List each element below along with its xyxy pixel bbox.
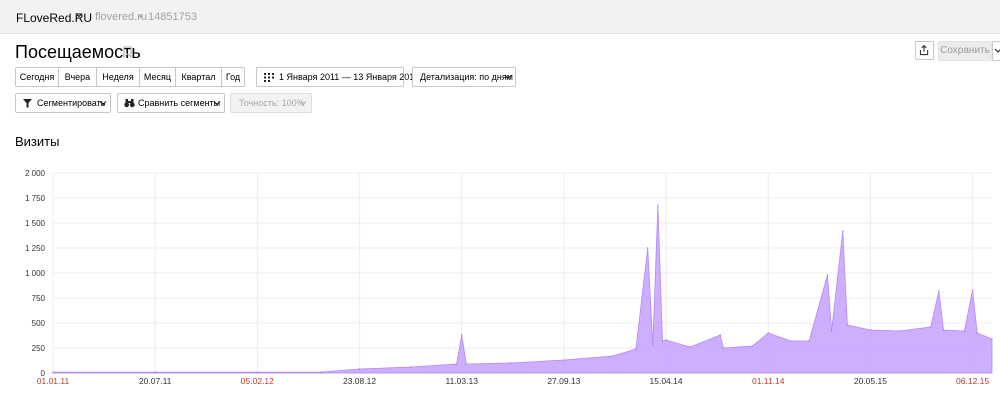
calendar-icon [264,73,274,82]
chevron-down-icon [99,101,107,106]
chevron-down-icon [994,48,1000,53]
compare-segments-button[interactable]: Сравнить сегменты [117,93,225,113]
x-tick-label: 20.05.15 [854,376,887,386]
data-point [358,368,361,370]
chevron-down-icon [299,101,307,106]
data-point [612,355,614,357]
page-title: Посещаемость [15,42,141,62]
data-point [455,363,458,365]
data-point [689,346,691,348]
data-point [665,339,667,341]
save-button[interactable]: Сохранить [938,41,992,61]
date-range-button[interactable]: 1 Января 2011 — 13 Января 2016 [256,67,419,87]
share-button[interactable] [915,41,934,60]
data-point [646,247,649,249]
y-tick-label: 1 500 [25,219,46,228]
y-tick-label: 250 [32,344,46,353]
counter-id: 14851753 [148,11,197,23]
data-point [898,330,900,332]
save-options-button[interactable] [992,41,1000,61]
date-range-label: 1 Января 2011 — 13 Января 2016 [279,72,420,82]
accuracy-dropdown[interactable]: Точность: 100% [230,93,312,113]
x-tick-label: 20.07.11 [139,376,172,386]
x-tick-label: 05.02.12 [241,376,274,386]
y-tick-label: 1 750 [25,194,46,203]
accuracy-label: Точность: 100% [239,98,305,108]
x-tick-label: 01.11.14 [752,376,785,386]
x-tick-label: 15.04.14 [650,376,683,386]
segment-button[interactable]: Сегментировать [15,93,111,113]
period-month-button[interactable]: Месяц [139,67,176,87]
x-tick-label: 11.03.13 [445,376,478,386]
data-point [869,329,872,331]
data-point [719,334,722,336]
data-point [963,330,966,332]
data-point [830,330,833,332]
y-tick-label: 1 250 [25,244,46,253]
chart-y-axis: 02505007501 0001 2501 5001 7502 000 [25,169,46,378]
x-tick-label: 23.08.12 [343,376,376,386]
data-point [808,340,810,342]
data-point [465,363,468,365]
separator-dot: • [139,11,143,23]
y-tick-label: 500 [32,319,46,328]
filter-icon [23,99,32,108]
data-point [651,344,654,346]
chart-x-axis: 01.01.11 20.07.11 05.02.12 23.08.12 11.03.13… [37,376,990,386]
x-tick-label: 01.01.11 [37,376,70,386]
data-point [563,359,565,361]
y-tick-label: 2 000 [25,169,46,178]
data-point [826,274,829,276]
segment-label: Сегментировать [37,98,106,108]
data-point [154,371,156,373]
period-today-button[interactable]: Сегодня [15,67,59,87]
data-point [842,230,844,232]
compare-segments-label: Сравнить сегменты [138,98,221,108]
data-point [52,371,54,373]
data-point [976,332,978,334]
binoculars-icon [124,99,135,108]
x-tick-label: 27.09.13 [547,376,580,386]
data-point [509,362,512,364]
bookmark-icon[interactable] [123,46,132,58]
section-title: Визиты [15,134,60,149]
data-point [789,340,792,342]
data-point [767,332,770,334]
data-point [661,340,664,342]
chevron-down-icon[interactable] [74,10,84,20]
data-point [846,324,849,326]
y-tick-label: 750 [32,294,46,303]
data-point [942,329,945,331]
share-icon [919,44,929,56]
data-point [409,366,412,368]
detail-dropdown[interactable]: Детализация: по дням [412,67,516,87]
data-point [751,345,754,347]
period-week-button[interactable]: Неделя [96,67,140,87]
chevron-down-icon [213,101,221,106]
data-point [929,326,932,328]
data-point [256,371,259,373]
data-point [635,348,637,350]
period-yesterday-button[interactable]: Вчера [58,67,97,87]
chevron-down-icon [504,75,512,80]
visits-chart: 02505007501 0001 2501 5001 7502 000 01.0… [25,169,993,386]
period-quarter-button[interactable]: Квартал [175,67,222,87]
period-selector: Сегодня Вчера Неделя Месяц Квартал Год [15,67,245,87]
counter-bar: FLoveRed.RU flovered.ru • 14851753 [0,0,1000,34]
data-point [460,334,463,336]
y-tick-label: 1 000 [25,269,46,278]
data-point [722,347,725,349]
x-tick-label: 06.12.15 [956,376,989,386]
period-year-button[interactable]: Год [221,67,245,87]
data-point [971,289,974,291]
data-point [938,290,940,292]
data-point [991,338,993,340]
data-point [657,204,659,206]
data-point [320,371,323,373]
detail-label: Детализация: по дням [420,72,513,82]
